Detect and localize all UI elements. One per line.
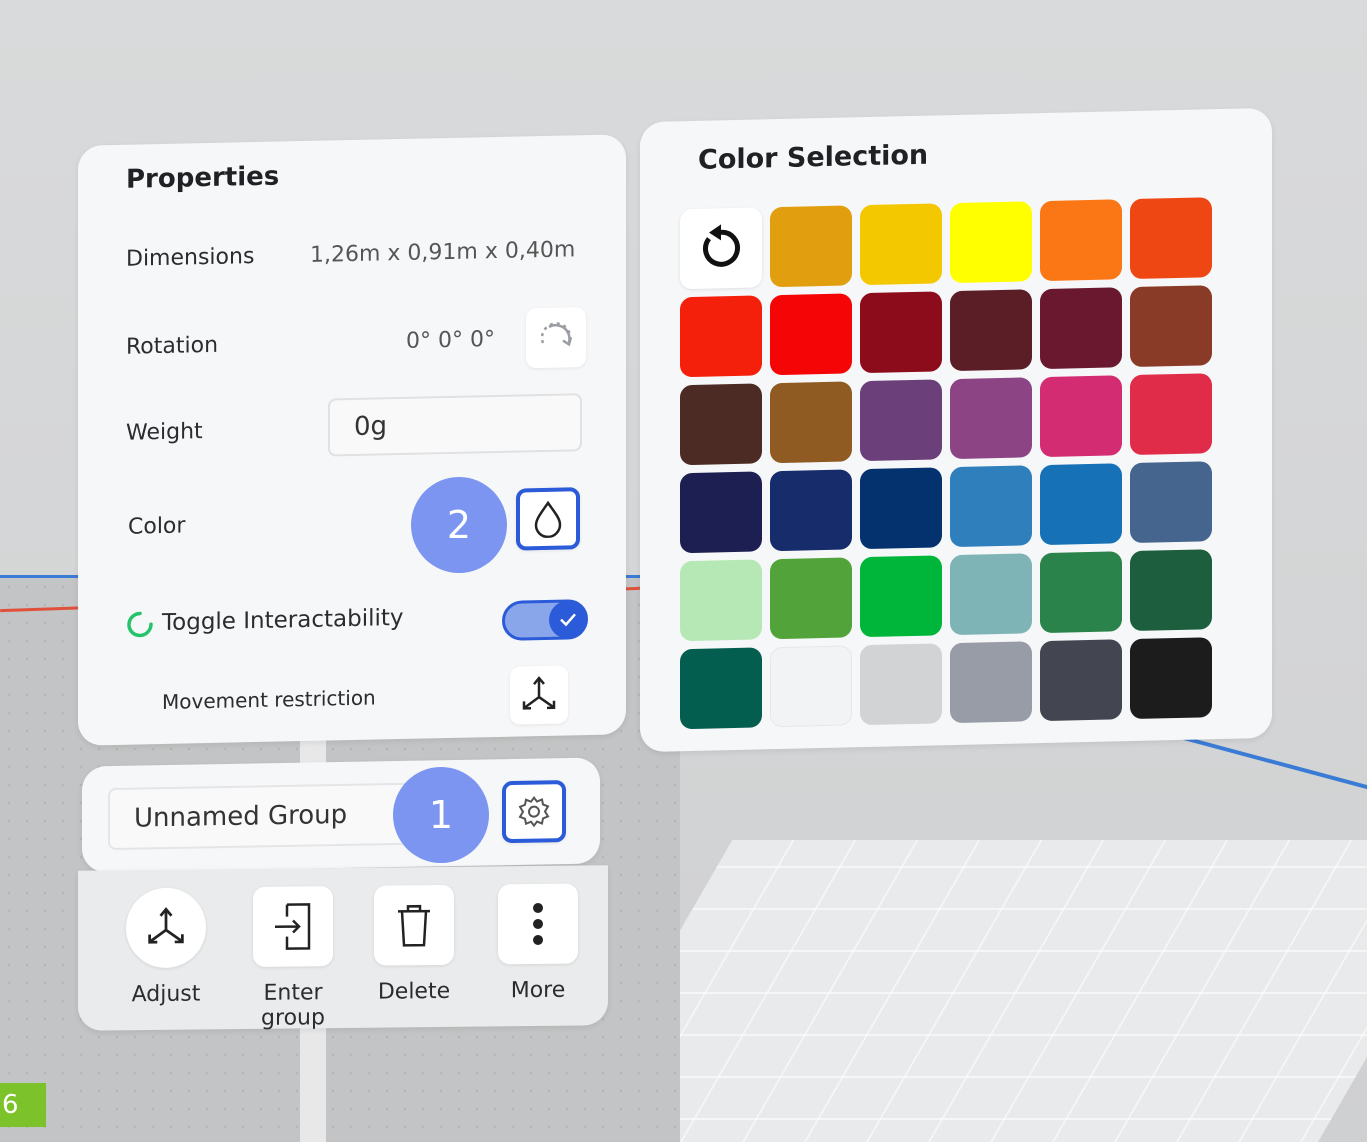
rotation-value: 0° 0° 0° <box>406 327 495 354</box>
delete-button[interactable] <box>374 884 454 966</box>
more-label: More <box>510 977 566 1004</box>
adjust-label: Adjust <box>131 981 201 1008</box>
movement-restriction-label: Movement restriction <box>162 685 376 714</box>
color-swatch[interactable] <box>770 205 852 288</box>
color-swatch[interactable] <box>680 559 762 642</box>
group-panel: Unnamed Group <box>82 757 600 873</box>
enter-group-action[interactable]: Enter group <box>238 886 348 1031</box>
properties-title: Properties <box>126 161 280 195</box>
check-icon <box>560 613 576 627</box>
color-picker-button[interactable] <box>516 487 580 551</box>
group-actions-panel: Adjust Enter group Delete More <box>78 865 608 1031</box>
enter-group-button[interactable] <box>253 886 333 967</box>
droplet-icon <box>534 500 562 539</box>
gear-icon <box>518 795 550 828</box>
color-swatch[interactable] <box>860 643 942 726</box>
color-swatch[interactable] <box>770 381 852 464</box>
color-swatch[interactable] <box>680 471 762 554</box>
color-swatch[interactable] <box>950 465 1032 548</box>
color-selection-panel: Color Selection <box>640 107 1272 753</box>
interactability-toggle[interactable] <box>502 599 588 641</box>
color-swatch[interactable] <box>1040 199 1122 282</box>
color-swatch[interactable] <box>860 203 942 286</box>
properties-panel: Properties Dimensions 1,26m x 0,91m x 0,… <box>78 134 626 746</box>
color-swatch[interactable] <box>770 293 852 376</box>
rotate-icon <box>540 322 573 347</box>
axes-icon <box>522 676 556 710</box>
color-swatch[interactable] <box>1040 287 1122 370</box>
color-swatch[interactable] <box>680 295 762 378</box>
color-swatch[interactable] <box>950 289 1032 372</box>
color-swatch[interactable] <box>1130 549 1212 632</box>
color-swatch[interactable] <box>770 557 852 640</box>
adjust-button[interactable] <box>126 887 206 969</box>
color-swatch[interactable] <box>1040 463 1122 546</box>
axes-icon <box>148 907 184 944</box>
toggle-interactability-label: Toggle Interactability <box>162 604 404 636</box>
more-vertical-icon <box>533 902 543 945</box>
group-settings-button[interactable] <box>502 780 566 844</box>
rotation-label: Rotation <box>126 332 219 360</box>
color-selection-title: Color Selection <box>698 139 929 176</box>
color-swatch[interactable] <box>860 291 942 374</box>
enter-icon <box>275 903 311 950</box>
more-action[interactable]: More <box>488 883 588 1003</box>
enter-group-label: Enter group <box>261 980 325 1031</box>
color-swatch[interactable] <box>860 467 942 550</box>
color-swatch[interactable] <box>1040 375 1122 458</box>
movement-restriction-button[interactable] <box>510 665 568 725</box>
dimensions-value: 1,26m x 0,91m x 0,40m <box>310 237 576 268</box>
reset-icon <box>703 224 740 267</box>
toggle-knob <box>549 600 587 639</box>
delete-label: Delete <box>377 978 451 1005</box>
color-swatch[interactable] <box>770 645 852 728</box>
color-swatch[interactable] <box>860 555 942 638</box>
dimensions-label: Dimensions <box>126 244 255 272</box>
color-swatch[interactable] <box>680 647 762 730</box>
color-swatch[interactable] <box>1130 637 1212 720</box>
more-button[interactable] <box>498 883 578 965</box>
color-swatch[interactable] <box>1040 551 1122 634</box>
color-swatch[interactable] <box>950 201 1032 284</box>
color-swatch[interactable] <box>860 379 942 462</box>
step-badge-2: 2 <box>411 477 507 573</box>
scale-label: 6 m <box>0 1083 46 1142</box>
reset-color-button[interactable] <box>680 207 762 290</box>
adjust-action[interactable]: Adjust <box>116 887 216 1007</box>
color-swatch[interactable] <box>1130 373 1212 456</box>
color-swatch[interactable] <box>950 641 1032 724</box>
weight-input[interactable]: 0g <box>328 393 582 457</box>
color-swatch-grid <box>680 197 1240 730</box>
weight-label: Weight <box>126 419 203 446</box>
color-swatch[interactable] <box>1130 197 1212 280</box>
color-swatch[interactable] <box>1130 461 1212 544</box>
color-swatch[interactable] <box>770 469 852 552</box>
color-label: Color <box>128 513 186 540</box>
color-swatch[interactable] <box>680 383 762 466</box>
step-badge-1: 1 <box>393 767 489 863</box>
color-swatch[interactable] <box>950 553 1032 636</box>
trash-icon <box>398 904 430 947</box>
color-swatch[interactable] <box>1040 639 1122 722</box>
color-swatch[interactable] <box>950 377 1032 460</box>
color-swatch[interactable] <box>1130 285 1212 368</box>
loading-spinner-icon <box>127 611 153 638</box>
object-edge-line <box>1179 735 1367 796</box>
delete-action[interactable]: Delete <box>364 884 464 1005</box>
rotate-button[interactable] <box>526 307 586 369</box>
